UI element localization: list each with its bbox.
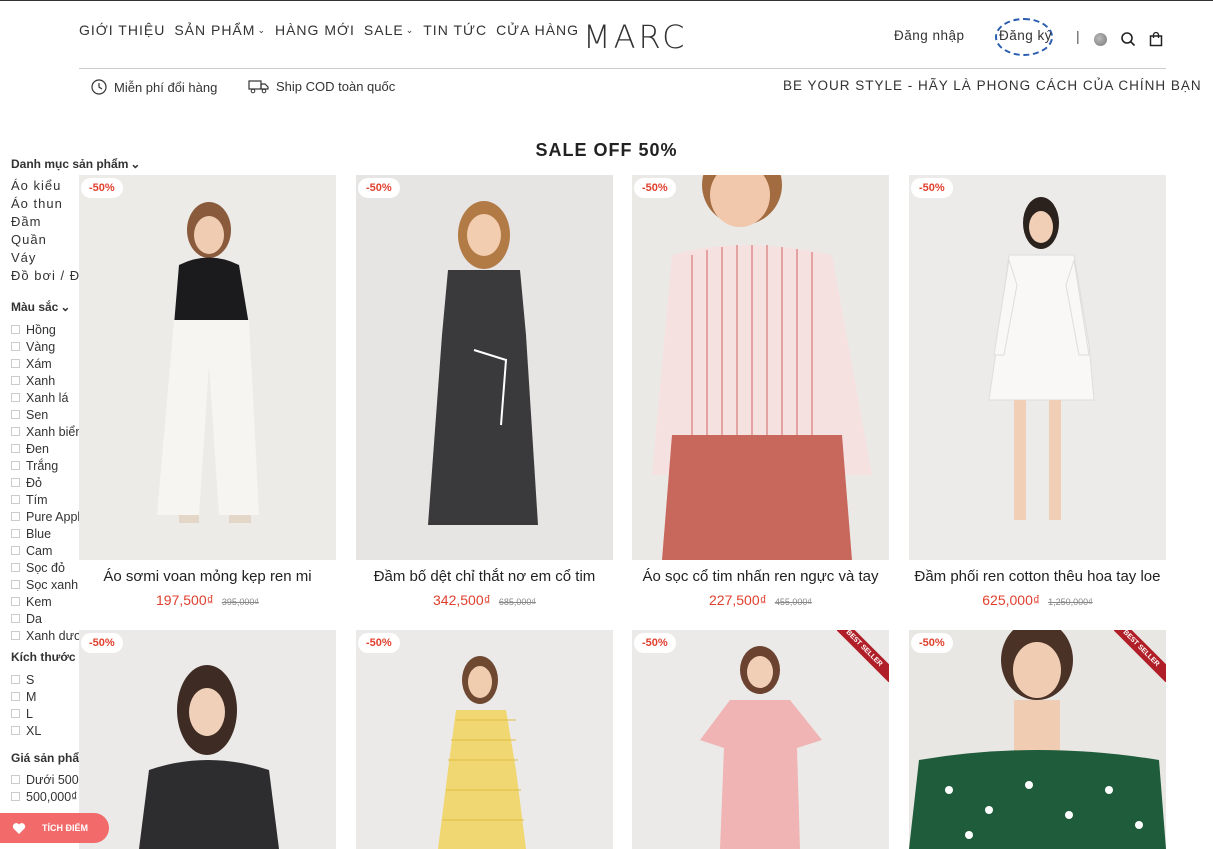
discount-badge: -50% — [358, 633, 400, 653]
globe-icon[interactable] — [1094, 33, 1107, 46]
product-image[interactable] — [356, 630, 613, 849]
cart-icon[interactable] — [1148, 31, 1164, 47]
nav-separator: | — [1076, 28, 1080, 44]
checkbox[interactable] — [11, 692, 20, 701]
color-filter-option[interactable]: Da — [11, 610, 141, 627]
nav-item-about[interactable]: GIỚI THIỆU — [79, 22, 165, 38]
checkbox[interactable] — [11, 512, 20, 521]
header-divider — [79, 68, 1166, 69]
checkbox[interactable] — [11, 597, 20, 606]
product-image[interactable] — [356, 175, 613, 560]
register-link[interactable]: Đăng ký — [999, 28, 1052, 43]
search-icon[interactable] — [1120, 31, 1136, 47]
nav-item-new[interactable]: HÀNG MỚI — [275, 22, 355, 38]
login-link[interactable]: Đăng nhập — [894, 28, 965, 43]
checkbox[interactable] — [11, 495, 20, 504]
checkbox[interactable] — [11, 359, 20, 368]
perk-ship-cod: Ship COD toàn quốc — [248, 78, 395, 94]
product-image[interactable] — [909, 175, 1166, 560]
product-image[interactable] — [632, 175, 889, 560]
checkbox[interactable] — [11, 709, 20, 718]
best-seller-ribbon: BEST SELLER — [1114, 630, 1166, 682]
checkbox[interactable] — [11, 444, 20, 453]
checkbox[interactable] — [11, 792, 20, 801]
discount-badge: -50% — [911, 633, 953, 653]
nav-item-news[interactable]: TIN TỨC — [423, 22, 487, 38]
discount-badge: -50% — [634, 178, 676, 198]
brand-logo[interactable]: MARC — [583, 18, 687, 56]
checkbox[interactable] — [11, 775, 20, 784]
checkbox[interactable] — [11, 325, 20, 334]
chevron-down-icon: ⌄ — [257, 24, 266, 35]
checkbox[interactable] — [11, 393, 20, 402]
main-nav: GIỚI THIỆU SẢN PHẨM ⌄ HÀNG MỚI SALE ⌄ TIN … — [79, 22, 588, 38]
checkbox[interactable] — [11, 342, 20, 351]
discount-badge: -50% — [358, 178, 400, 198]
discount-badge: -50% — [81, 178, 123, 198]
checkbox[interactable] — [11, 580, 20, 589]
nav-item-sale[interactable]: SALE ⌄ — [364, 22, 414, 38]
chevron-down-icon: ⌄ — [130, 157, 141, 171]
discount-badge: -50% — [911, 178, 953, 198]
product-image[interactable] — [79, 175, 336, 560]
product-name[interactable]: Đầm bố dệt chỉ thắt nơ em cổ tim — [356, 568, 613, 585]
top-border — [0, 0, 1213, 1]
checkbox[interactable] — [11, 631, 20, 640]
product-price: 197,500₫ 395,000₫ — [156, 592, 259, 608]
nav-item-products[interactable]: SẢN PHẨM ⌄ — [174, 22, 266, 38]
checkbox[interactable] — [11, 410, 20, 419]
discount-badge: -50% — [81, 633, 123, 653]
checkbox[interactable] — [11, 675, 20, 684]
chevron-down-icon: ⌄ — [60, 300, 71, 314]
truck-icon — [248, 78, 270, 94]
product-name[interactable]: Áo sơmi voan mỏng kẹp ren mi — [79, 568, 336, 585]
heart-icon — [12, 822, 26, 835]
discount-badge: -50% — [634, 633, 676, 653]
product-price: 342,500₫ 685,000₫ — [433, 592, 536, 608]
best-seller-ribbon: BEST SELLER — [837, 630, 889, 682]
page-title: SALE OFF 50% — [535, 140, 678, 160]
product-image[interactable] — [79, 630, 336, 849]
chevron-down-icon: ⌄ — [405, 24, 415, 35]
product-price: 625,000₫ 1,250,000₫ — [982, 592, 1093, 608]
checkbox[interactable] — [11, 478, 20, 487]
perk-free-exchange: Miễn phí đổi hàng — [90, 78, 217, 96]
product-name[interactable]: Đầm phối ren cotton thêu hoa tay loe — [909, 568, 1166, 585]
checkbox[interactable] — [11, 614, 20, 623]
exchange-clock-icon — [90, 78, 108, 96]
filter-category-heading[interactable]: Danh mục sản phẩm ⌄ — [11, 156, 141, 172]
brand-slogan: BE YOUR STYLE - HÃY LÀ PHONG CÁCH CỦA CH… — [783, 78, 1202, 93]
checkbox[interactable] — [11, 427, 20, 436]
checkbox[interactable] — [11, 726, 20, 735]
checkbox[interactable] — [11, 376, 20, 385]
checkbox[interactable] — [11, 563, 20, 572]
checkbox[interactable] — [11, 461, 20, 470]
checkbox[interactable] — [11, 529, 20, 538]
product-price: 227,500₫ 455,000₫ — [709, 592, 812, 608]
product-name[interactable]: Áo sọc cổ tim nhấn ren ngực và tay — [632, 568, 889, 585]
nav-item-stores[interactable]: CỬA HÀNG — [496, 22, 579, 38]
checkbox[interactable] — [11, 546, 20, 555]
loyalty-points-button[interactable]: TÍCH ĐIỂM — [0, 813, 109, 843]
